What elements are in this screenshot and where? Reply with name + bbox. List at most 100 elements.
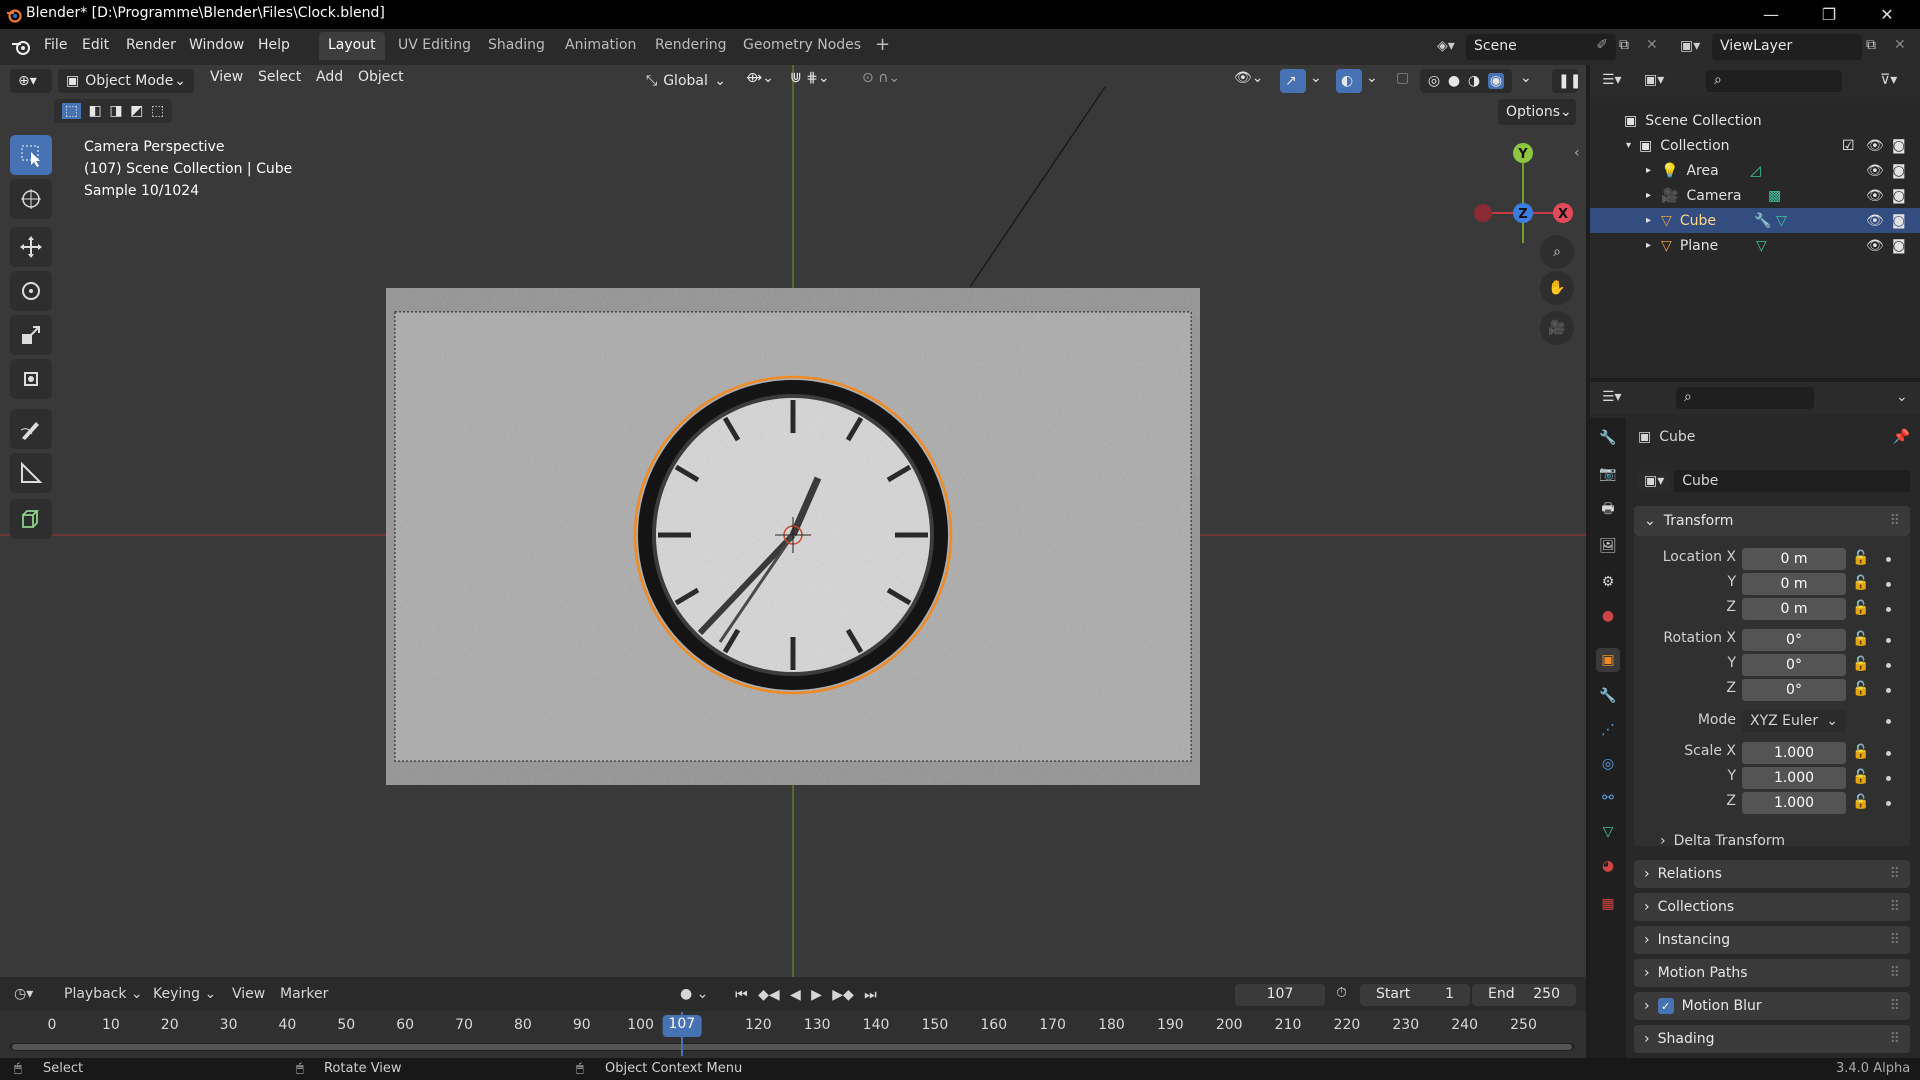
chevron-down-icon[interactable]: ⌄ xyxy=(1896,389,1908,405)
output-tab-icon[interactable]: 🖶 xyxy=(1596,498,1620,522)
timeline-editor-icon[interactable]: ◷▾ xyxy=(14,986,33,1002)
scale-y-field[interactable]: 1.000 xyxy=(1742,767,1846,789)
eye-icon[interactable]: 👁 xyxy=(1866,188,1884,204)
eye-icon[interactable]: 👁 xyxy=(1866,138,1884,154)
menu-render[interactable]: Render xyxy=(126,37,176,53)
render-camera-icon[interactable]: ◙ xyxy=(1892,163,1906,179)
jump-start-icon[interactable]: ⏮ xyxy=(735,987,748,1003)
editor-type-button[interactable]: ⊕▾ xyxy=(10,69,52,93)
data-tab-icon[interactable]: ▽ xyxy=(1596,820,1620,844)
lock-icon[interactable]: 🔓 xyxy=(1852,550,1870,568)
checkbox-icon[interactable]: ✓ xyxy=(1657,998,1674,1014)
outliner-item-plane[interactable]: ▸ ▽ Plane ▽ 👁 ◙ xyxy=(1590,233,1920,258)
minimize-button[interactable]: — xyxy=(1742,0,1800,29)
timeline-menu-playback[interactable]: Playback ⌄ xyxy=(64,986,143,1002)
tool-tab-icon[interactable]: 🔧 xyxy=(1596,426,1620,450)
select-subtract-icon[interactable]: ◨ xyxy=(109,103,122,119)
drag-handle-icon[interactable]: ⠿ xyxy=(1890,1031,1900,1047)
keyframe-dot-icon[interactable] xyxy=(1886,776,1891,781)
pan-hand-icon[interactable]: ✋ xyxy=(1540,271,1574,305)
measure-tool-icon[interactable] xyxy=(10,453,52,493)
shading-panel-header[interactable]: › Shading ⠿ xyxy=(1634,1025,1910,1053)
keyframe-dot-icon[interactable] xyxy=(1886,557,1891,562)
outliner-editor-icon[interactable]: ☰▾ xyxy=(1602,72,1622,88)
scale-tool-icon[interactable] xyxy=(10,315,52,355)
lock-icon[interactable]: 🔓 xyxy=(1852,681,1870,699)
delete-scene-icon[interactable]: ✕ xyxy=(1646,37,1658,53)
options-dropdown[interactable]: Options ⌄ xyxy=(1498,99,1576,125)
checkbox-icon[interactable]: ☑ xyxy=(1842,138,1855,154)
location-z-field[interactable]: 0 m xyxy=(1742,598,1846,620)
rotation-x-field[interactable]: 0° xyxy=(1742,629,1846,651)
gizmo-toggle-icon[interactable]: ↗ xyxy=(1280,69,1306,93)
texture-tab-icon[interactable]: ▦ xyxy=(1596,892,1620,916)
select-mode-buttons[interactable]: ⬚ ◧ ◨ ◩ ⬚ xyxy=(54,99,172,123)
menu-edit[interactable]: Edit xyxy=(82,37,109,53)
object-browse-icon[interactable]: ▣▾ xyxy=(1638,471,1671,491)
shading-mode-buttons[interactable]: ◎ ● ◑ ◉ xyxy=(1420,69,1512,93)
instancing-panel-header[interactable]: › Instancing ⠿ xyxy=(1634,926,1910,954)
add-cube-tool-icon[interactable] xyxy=(10,499,52,539)
outliner-collection[interactable]: ▾ ▣ Collection ☑ 👁 ◙ xyxy=(1590,133,1920,158)
camera-view-icon[interactable]: 🎥 xyxy=(1540,311,1574,345)
scrollbar-thumb[interactable] xyxy=(12,1044,1572,1050)
outliner-scene-collection[interactable]: ▣ Scene Collection xyxy=(1590,108,1920,133)
expand-arrow-icon[interactable]: ▸ xyxy=(1646,215,1651,226)
light-data-icon[interactable]: ◿ xyxy=(1750,163,1761,179)
viewport-menu-add[interactable]: Add xyxy=(316,69,343,85)
tab-shading[interactable]: Shading xyxy=(479,32,554,60)
lock-icon[interactable]: 🔓 xyxy=(1852,600,1870,618)
scale-x-field[interactable]: 1.000 xyxy=(1742,742,1846,764)
scene-browse-button[interactable]: ◈▾ xyxy=(1429,34,1471,60)
zoom-icon[interactable]: ⌕ xyxy=(1540,235,1574,269)
rotation-y-field[interactable]: 0° xyxy=(1742,654,1846,676)
object-tab-icon[interactable]: ▣ xyxy=(1596,648,1620,672)
visibility-icon[interactable]: 👁⌄ xyxy=(1234,70,1264,86)
object-name-field[interactable]: Cube xyxy=(1674,470,1910,492)
render-camera-icon[interactable]: ◙ xyxy=(1892,138,1906,154)
particles-tab-icon[interactable]: ⋰ xyxy=(1596,718,1620,742)
modifier-tab-icon[interactable]: 🔧 xyxy=(1596,684,1620,708)
viewport-menu-object[interactable]: Object xyxy=(358,69,404,85)
display-mode-icon[interactable]: ▣▾ xyxy=(1644,72,1664,88)
viewlayer-name-field[interactable]: ViewLayer xyxy=(1712,34,1862,60)
viewport-menu-select[interactable]: Select xyxy=(258,69,301,85)
record-icon[interactable]: ● ⌄ xyxy=(680,986,708,1002)
properties-search-input[interactable]: ⌕ xyxy=(1676,387,1814,409)
relations-panel-header[interactable]: › Relations ⠿ xyxy=(1634,860,1910,888)
pin-icon[interactable]: ✐ xyxy=(1596,37,1608,53)
viewport-menu-view[interactable]: View xyxy=(210,69,243,85)
wrench-icon[interactable]: 🔧 xyxy=(1754,213,1771,229)
outliner-search-input[interactable]: ⌕ xyxy=(1706,70,1842,92)
physics-tab-icon[interactable]: ◎ xyxy=(1596,752,1620,776)
collections-panel-header[interactable]: › Collections ⠿ xyxy=(1634,893,1910,921)
scene-name-field[interactable]: Scene ✐ xyxy=(1466,34,1616,60)
tab-layout[interactable]: Layout xyxy=(319,32,385,60)
mesh-data-icon[interactable]: ▽ xyxy=(1756,238,1767,254)
timeline-menu-keying[interactable]: Keying ⌄ xyxy=(153,986,216,1002)
pivot-point-icon[interactable]: ⟴⌄ xyxy=(746,70,774,86)
rotate-tool-icon[interactable] xyxy=(10,271,52,311)
tab-uv-editing[interactable]: UV Editing xyxy=(389,32,480,60)
world-tab-icon[interactable]: ● xyxy=(1596,604,1620,628)
new-viewlayer-icon[interactable]: ⧉ xyxy=(1866,37,1876,53)
move-tool-icon[interactable] xyxy=(10,227,52,267)
keyframe-dot-icon[interactable] xyxy=(1886,582,1891,587)
properties-editor-icon[interactable]: ☰▾ xyxy=(1602,389,1622,405)
motion-paths-panel-header[interactable]: › Motion Paths ⠿ xyxy=(1634,959,1910,987)
timeline-scrollbar[interactable] xyxy=(10,1043,1574,1051)
playhead-frame-label[interactable]: 107 xyxy=(662,1015,702,1037)
drag-handle-icon[interactable]: ⠿ xyxy=(1890,998,1900,1014)
transform-panel-header[interactable]: ⌄ Transform ⠿ xyxy=(1634,506,1910,536)
keyframe-dot-icon[interactable] xyxy=(1886,751,1891,756)
lock-icon[interactable]: 🔓 xyxy=(1852,769,1870,787)
outliner-item-cube[interactable]: ▸ ▽ Cube 🔧 ▽ 👁 ◙ xyxy=(1590,208,1920,233)
add-workspace-button[interactable]: + xyxy=(866,32,899,60)
rendered-shading-icon[interactable]: ◉ xyxy=(1487,73,1505,89)
proportional-edit-icon[interactable]: ⊙ ∩⌄ xyxy=(862,70,900,86)
outliner-item-camera[interactable]: ▸ 🎥 Camera ▩ 👁 ◙ xyxy=(1590,183,1920,208)
drag-handle-icon[interactable]: ⠿ xyxy=(1890,513,1900,529)
select-intersect-icon[interactable]: ⬚ xyxy=(151,103,164,119)
material-tab-icon[interactable]: ◕ xyxy=(1596,854,1620,878)
drag-handle-icon[interactable]: ⠿ xyxy=(1890,866,1900,882)
